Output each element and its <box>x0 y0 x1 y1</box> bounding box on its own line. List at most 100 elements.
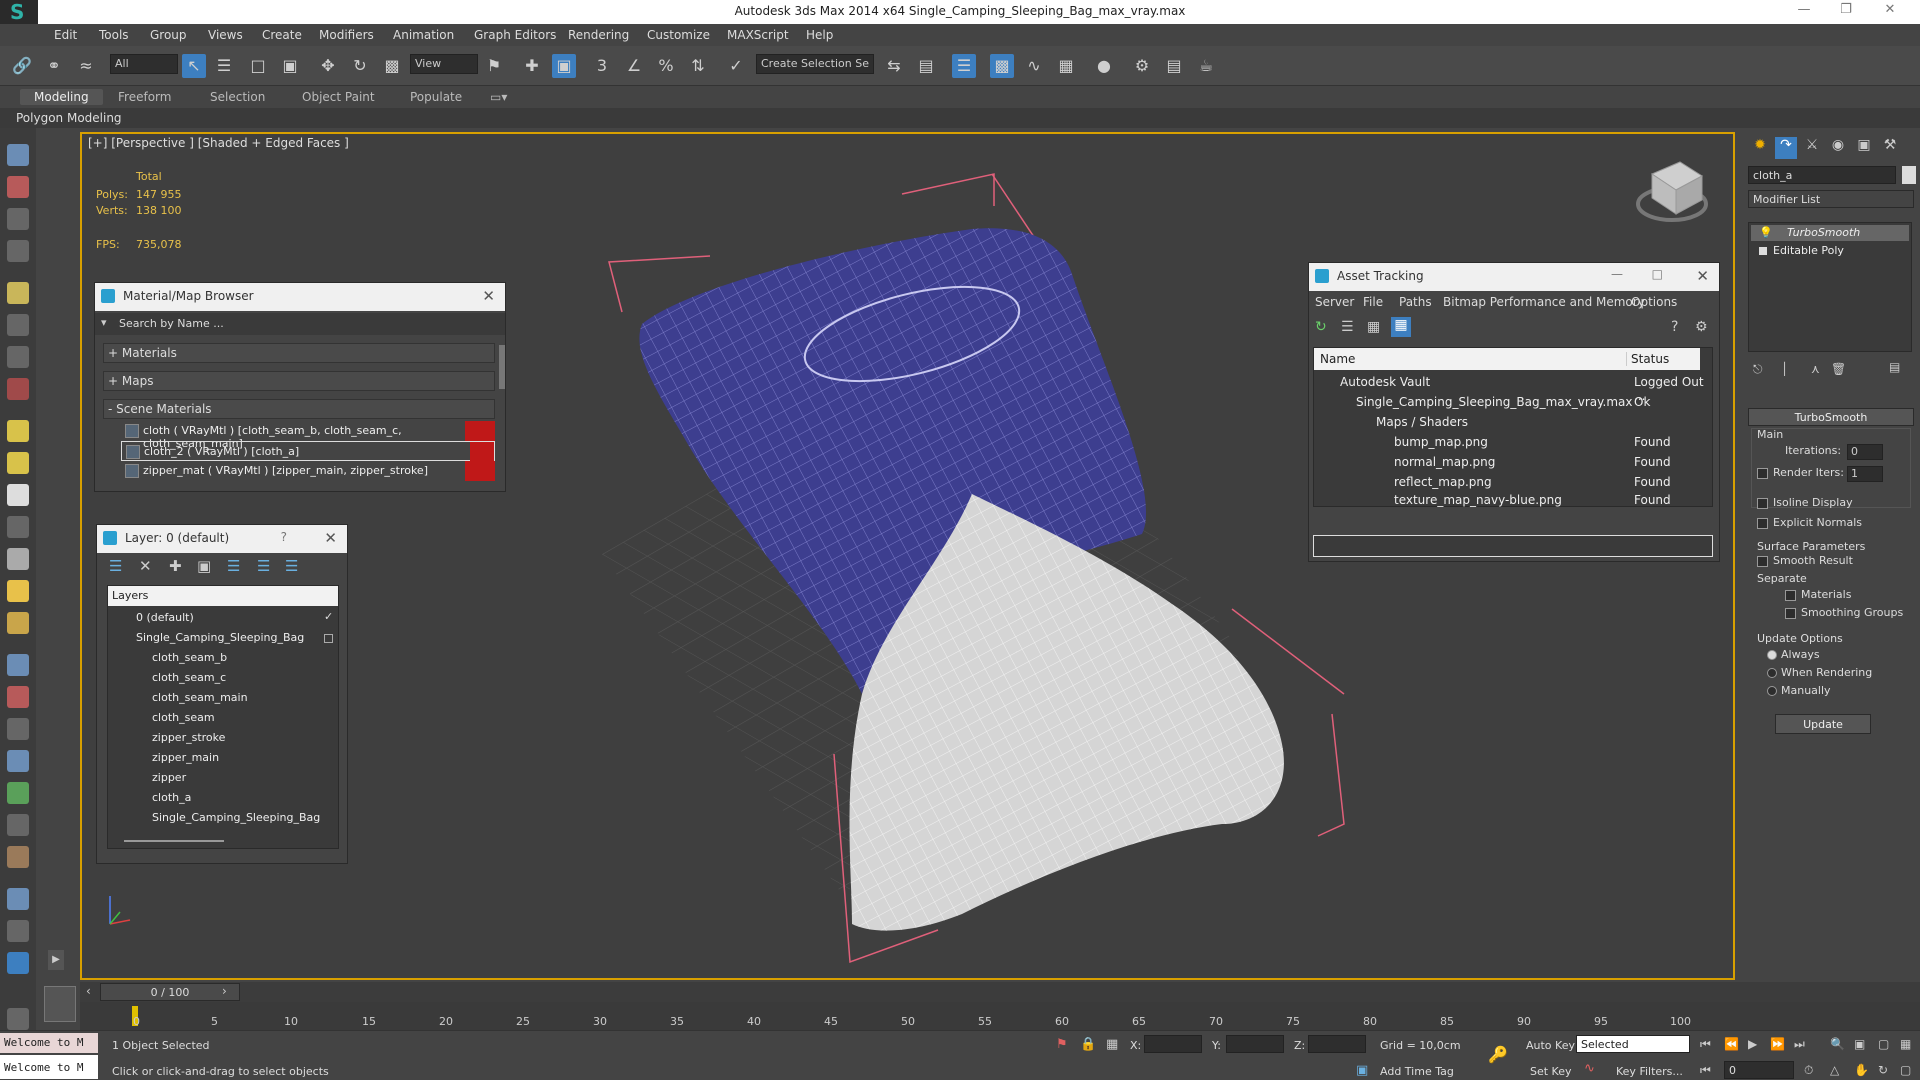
group-maps[interactable]: + Maps <box>103 371 495 391</box>
menu-animation[interactable]: Animation <box>393 28 454 42</box>
explicit-normals-checkbox[interactable] <box>1757 518 1768 529</box>
orbit-icon[interactable]: ↻ <box>1878 1063 1888 1077</box>
material-item-cloth-2[interactable]: cloth_2 ( VRayMtl ) [cloth_a] <box>121 441 495 462</box>
material-search-input[interactable]: Search by Name ... <box>119 317 224 330</box>
detail-view-icon[interactable]: ▦ <box>1367 319 1380 335</box>
percent-snap-icon[interactable]: % <box>654 54 678 78</box>
layer-item-default[interactable]: 0 (default) ✓ <box>112 608 342 628</box>
group-scene-materials[interactable]: - Scene Materials <box>103 399 495 419</box>
edit-named-sets-icon[interactable]: ✓ <box>724 54 748 78</box>
utilities-tab-icon[interactable]: ⚒ <box>1879 137 1901 159</box>
key-mode-dropdown[interactable]: Selected <box>1576 1035 1690 1053</box>
table-view-icon[interactable]: ▦ <box>1391 317 1411 337</box>
tool-14-icon[interactable] <box>7 580 29 602</box>
isoline-display-checkbox[interactable] <box>1757 498 1768 509</box>
list-item[interactable]: zipper_main <box>112 748 342 768</box>
hide-all-layers-icon[interactable]: ☰ <box>257 557 270 575</box>
add-to-layer-icon[interactable]: ✚ <box>169 557 182 575</box>
prev-key-icon[interactable]: ⏪ <box>1724 1037 1739 1051</box>
curve-editor-icon[interactable]: ∿ <box>1022 54 1046 78</box>
asset-menu-bitmap[interactable]: Bitmap Performance and Memory <box>1443 295 1645 309</box>
create-tab-icon[interactable]: ✹ <box>1749 137 1771 159</box>
table-row[interactable]: bump_map.png Found <box>1318 432 1704 452</box>
material-browser-close-icon[interactable]: ✕ <box>482 287 495 305</box>
menu-maxscript[interactable]: MAXScript <box>727 28 789 42</box>
ribbon-options-icon[interactable]: ▭▾ <box>490 90 507 104</box>
move-icon[interactable]: ✥ <box>316 54 340 78</box>
unlink-icon[interactable]: ⚭ <box>42 54 66 78</box>
z-coordinate-field[interactable] <box>1308 1035 1366 1053</box>
selection-filter-select[interactable]: All <box>110 54 178 74</box>
tab-freeform[interactable]: Freeform <box>118 90 171 104</box>
asset-menu-file[interactable]: File <box>1363 295 1383 309</box>
menu-graph-editors[interactable]: Graph Editors <box>474 28 556 42</box>
mirror-icon[interactable]: ⇆ <box>882 54 906 78</box>
column-name-header[interactable]: Name <box>1320 352 1355 366</box>
tool-26-icon[interactable] <box>7 1008 29 1030</box>
zoom-all-icon[interactable]: ▣ <box>1854 1037 1865 1051</box>
list-item[interactable]: cloth_seam_main <box>112 688 342 708</box>
select-in-layer-icon[interactable]: ▣ <box>197 557 211 575</box>
layer-hscroll[interactable] <box>124 840 224 842</box>
update-manually-radio[interactable] <box>1767 686 1777 696</box>
maxscript-input[interactable]: Welcome to M <box>0 1055 98 1079</box>
window-crossing-icon[interactable]: ▣ <box>278 54 302 78</box>
list-view-icon[interactable]: ☰ <box>1341 319 1354 335</box>
freeze-all-layers-icon[interactable]: ☰ <box>285 557 298 575</box>
menu-rendering[interactable]: Rendering <box>568 28 629 42</box>
maxscript-listener[interactable]: Welcome to M <box>0 1033 98 1053</box>
table-row[interactable]: texture_map_navy-blue.png Found <box>1318 492 1704 507</box>
lock-selection-icon[interactable]: 🔒 <box>1080 1037 1096 1052</box>
add-time-tag-button[interactable]: Add Time Tag <box>1380 1065 1454 1078</box>
select-by-name-icon[interactable]: ☰ <box>212 54 236 78</box>
tool-19-icon[interactable] <box>7 750 29 772</box>
make-unique-icon[interactable]: ⋏ <box>1811 362 1820 376</box>
tool-6-icon[interactable] <box>7 314 29 336</box>
ribbon-toggle-icon[interactable]: ▩ <box>990 54 1014 78</box>
scale-icon[interactable]: ▩ <box>380 54 404 78</box>
manipulate-icon[interactable]: ✚ <box>520 54 544 78</box>
search-options-icon[interactable]: ▾ <box>101 316 107 329</box>
asset-tracking-window[interactable]: Asset Tracking — □ ✕ Server File Paths B… <box>1308 262 1720 562</box>
asset-path-field[interactable] <box>1313 535 1713 557</box>
asset-close-icon[interactable]: ✕ <box>1696 267 1709 285</box>
active-layer-check-icon[interactable]: ✓ <box>324 610 333 623</box>
tab-selection[interactable]: Selection <box>210 90 265 104</box>
layer-active-toggle[interactable] <box>324 634 333 643</box>
display-tab-icon[interactable]: ▣ <box>1853 137 1875 159</box>
asset-menu-paths[interactable]: Paths <box>1399 295 1432 309</box>
select-link-icon[interactable]: 🔗 <box>10 54 34 78</box>
asset-menu-options[interactable]: Options <box>1631 295 1677 309</box>
bind-spacewarp-icon[interactable]: ≈ <box>74 54 98 78</box>
spinner-snap-icon[interactable]: ⇅ <box>686 54 710 78</box>
material-item-cloth[interactable]: cloth ( VRayMtl ) [cloth_seam_b, cloth_s… <box>121 421 495 450</box>
align-icon[interactable]: ▤ <box>914 54 938 78</box>
key-filters-button[interactable]: Key Filters... <box>1616 1065 1683 1078</box>
render-iters-spinner[interactable]: 1 <box>1847 466 1883 482</box>
turbosmooth-rollout-header[interactable]: TurboSmooth <box>1748 408 1914 426</box>
tab-populate[interactable]: Populate <box>410 90 462 104</box>
group-materials[interactable]: + Materials <box>103 343 495 363</box>
current-frame-field[interactable]: 0 <box>1724 1061 1794 1079</box>
tool-3-icon[interactable] <box>7 208 29 230</box>
tool-16-icon[interactable] <box>7 654 29 676</box>
material-editor-icon[interactable]: ● <box>1092 54 1116 78</box>
expand-toolbar-icon[interactable]: ▶ <box>48 950 64 970</box>
snap-toggle-icon[interactable]: 3 <box>590 54 614 78</box>
tool-5-icon[interactable] <box>7 282 29 304</box>
view-cube[interactable] <box>1636 161 1708 222</box>
render-icon[interactable]: ☕ <box>1194 54 1218 78</box>
time-slider-thumb[interactable]: 0 / 100 <box>100 983 240 1001</box>
absolute-mode-icon[interactable]: ▦ <box>1106 1037 1118 1052</box>
asset-minimize-button[interactable]: — <box>1611 267 1623 281</box>
tool-13-icon[interactable] <box>7 548 29 570</box>
time-config-icon[interactable]: ⏱ <box>1804 1063 1813 1078</box>
delete-layer-icon[interactable]: ✕ <box>139 557 152 575</box>
tab-modeling[interactable]: Modeling <box>20 89 103 105</box>
mini-listener-toggle[interactable] <box>44 986 76 1022</box>
material-browser-scrollbar[interactable] <box>499 345 505 389</box>
remove-modifier-icon[interactable]: 🗑 <box>1831 362 1846 376</box>
track-bar[interactable]: 0 5 10 15 20 25 30 35 40 45 50 55 60 65 … <box>80 1002 1920 1030</box>
polygon-modeling-label[interactable]: Polygon Modeling <box>16 111 122 125</box>
reference-coord-select[interactable]: View <box>410 54 478 74</box>
